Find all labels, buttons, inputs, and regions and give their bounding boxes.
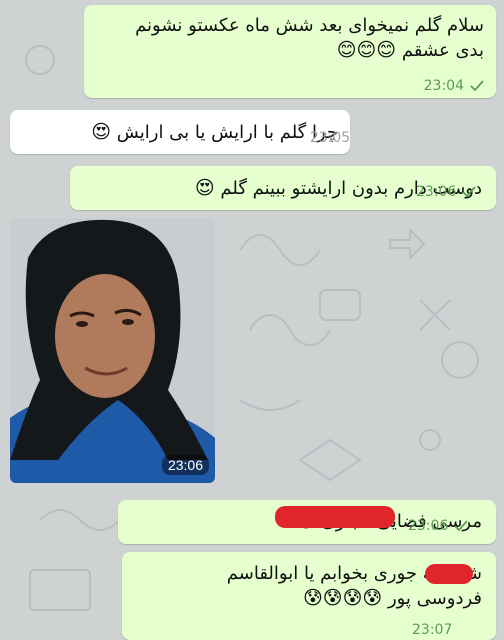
message-time: 23:07 xyxy=(412,622,453,638)
message-text: فردوسی پور xyxy=(387,588,482,609)
photo-message[interactable]: 23:06 xyxy=(10,218,215,483)
message-text: سلام گلم نمیخوای بعد شش ماه عکستو نشونم xyxy=(135,15,484,36)
message-meta: 23:04 xyxy=(424,78,484,94)
message-meta: 23:06 xyxy=(416,184,477,200)
photo-time: 23:06 xyxy=(161,455,209,475)
message-bubble-outgoing[interactable]: سلام گلم نمیخوای بعد شش ماه عکستو نشونم … xyxy=(84,5,496,98)
message-bubble-outgoing[interactable]: دوست دارم بدون ارایشتو ببینم گلم 😍 23:06 xyxy=(70,166,496,210)
anxious-face-emoji: 😰😰😰😰 xyxy=(302,587,383,609)
message-time: 23:05 xyxy=(309,130,351,146)
person-photo xyxy=(10,218,215,483)
double-check-icon xyxy=(454,520,469,532)
double-check-icon xyxy=(462,186,477,198)
smiling-emoji: 😊😊😊 xyxy=(336,39,397,61)
message-time: 23:06 xyxy=(408,518,449,534)
heart-eyes-emoji: 😍 xyxy=(194,177,215,199)
message-time: 23:04 xyxy=(423,78,464,94)
heart-eyes-emoji: 😍 xyxy=(91,121,112,143)
redaction-mark xyxy=(425,564,473,584)
message-meta: 23:06 xyxy=(408,518,469,534)
message-text: بدی عشقم xyxy=(401,40,484,61)
double-check-icon xyxy=(470,80,484,92)
message-meta: 23:05 xyxy=(300,130,360,146)
message-bubble-incoming[interactable]: چرا گلم با ارایش یا بی ارایش 😍 23:05 xyxy=(10,110,350,154)
message-meta: 23:07 xyxy=(412,622,452,638)
redaction-mark xyxy=(275,506,395,528)
message-time: 23:06 xyxy=(416,184,457,200)
